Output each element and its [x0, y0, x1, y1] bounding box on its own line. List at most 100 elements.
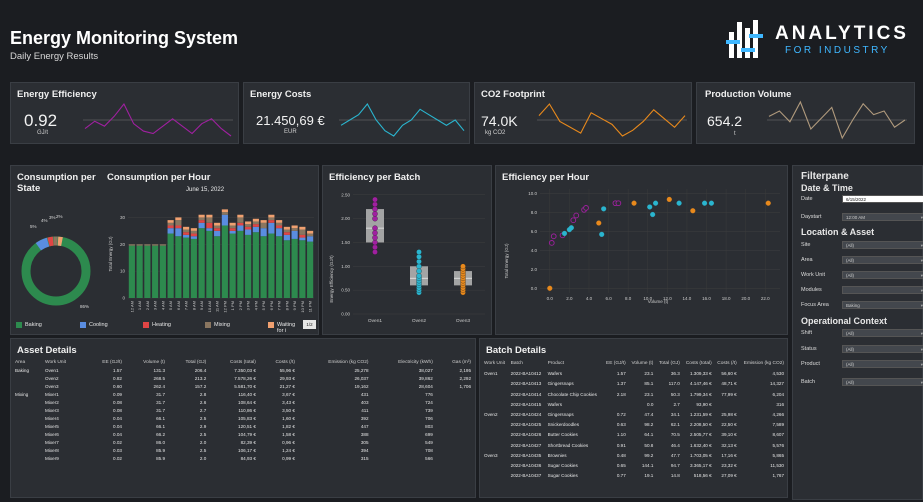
legend-swatch-waiting — [268, 322, 274, 328]
column-header[interactable]: Emission (kg CO2) — [297, 359, 371, 367]
batch-select[interactable]: (All) ▾ — [842, 378, 923, 386]
scatter-point — [583, 205, 589, 211]
y-tick-label: 20 — [120, 242, 126, 247]
table-row[interactable]: Mixer9 0.02 85.9 2.0 84,93 € 0,99 € 315 566 — [13, 455, 473, 463]
table-cell: 105,83 € — [238, 416, 256, 421]
kpi-energy-costs[interactable]: Energy Costs 21.450,69 € EUR — [243, 82, 470, 144]
x-tick-label: 5 PM — [261, 301, 266, 310]
table-row[interactable]: Mixer3 0.08 31.7 2.7 110,86 € 3,50 € 411 739 — [13, 407, 473, 415]
table-row[interactable]: 2022-BA10415 Wafers 0.0 2.7 93,90 € 316 — [482, 400, 786, 410]
focus-area-select[interactable]: Baking ▾ — [842, 301, 923, 309]
site-select[interactable]: (All) ▾ — [842, 241, 923, 249]
table-row[interactable]: Mixer8 0.03 85.9 2.5 106,17 € 1,24 € 394 708 — [13, 447, 473, 455]
table-cell — [435, 447, 473, 455]
legend-pager[interactable]: 1/2 — [303, 320, 316, 329]
table-cell — [13, 455, 43, 463]
modules-select[interactable]: ▾ — [842, 286, 923, 294]
column-header[interactable]: Costs (total) — [208, 359, 258, 367]
column-header[interactable]: Work Unit — [43, 359, 85, 367]
date-input[interactable]: 6/15/2022 — [842, 195, 923, 203]
table-row[interactable]: Oven3 0.60 262.4 157.2 5.581,70 € 21,27 € 19,1… — [13, 383, 473, 391]
table-cell — [482, 390, 509, 400]
column-header[interactable]: Total (GJ) — [655, 359, 681, 369]
table-row[interactable]: 2022-BA10413 Gingersnaps 1.37 85.1 117.0 4.14… — [482, 379, 786, 389]
table-row[interactable]: Mixer6 0.04 66.2 2.5 104,79 € 1,58 € 388 699 — [13, 431, 473, 439]
bar-segment — [252, 226, 259, 233]
kpi-production-volume[interactable]: Production Volume 654.2 t — [696, 82, 915, 144]
column-header[interactable]: Electricity (kWh) — [371, 359, 435, 367]
table-cell: 2,195 — [459, 368, 472, 373]
bar-segment — [268, 220, 275, 223]
kpi-title: CO2 Footprint — [481, 89, 545, 100]
table-row[interactable]: Mixer2 0.08 31.7 2.6 108,64 € 3,43 € 403 724 — [13, 399, 473, 407]
table-row[interactable]: Mixing Mixer1 0.09 31.7 2.8 116,40 € 3,67 € 431… — [13, 391, 473, 399]
daystart-select[interactable]: 12:00 AM ▾ — [842, 213, 923, 221]
column-header[interactable]: EE (GJ/t) — [85, 359, 124, 367]
y-tick-label: 2.00 — [341, 216, 350, 221]
bar-segment — [144, 244, 151, 246]
table-row[interactable]: Oven1 2022-BA10412 Wafers 1.57 23.1 36.3 1.309… — [482, 369, 786, 379]
column-header[interactable]: Product — [546, 359, 603, 369]
table-row[interactable]: 2022-BA10437 Sugar Cookies 0.77 19.1 14.8 518… — [482, 471, 786, 481]
column-header[interactable]: Total (GJ) — [167, 359, 208, 367]
table-cell — [482, 471, 509, 481]
area-select[interactable]: (All) ▾ — [842, 256, 923, 264]
company-logo: ANALYTICS FOR INDUSTRY — [725, 18, 915, 62]
bar-segment — [183, 226, 190, 230]
table-cell: 25,278 — [354, 368, 369, 373]
bar-segment — [283, 226, 290, 230]
column-header[interactable]: Area — [13, 359, 43, 367]
x-tick-label: 18.0 — [722, 296, 731, 301]
x-tick-label: 14.0 — [683, 296, 692, 301]
bar-segment — [252, 232, 259, 298]
shift-select[interactable]: (All) ▾ — [842, 329, 923, 337]
chart-date: June 15, 2022 — [186, 187, 225, 193]
scatter-point — [690, 208, 696, 214]
column-header[interactable]: Costs (/t) — [714, 359, 739, 369]
column-header[interactable]: EE (GJ/t) — [602, 359, 627, 369]
table-cell: 0.0 — [646, 401, 654, 407]
table-cell: 131.3 — [153, 368, 166, 373]
kpi-co2-footprint[interactable]: CO2 Footprint 74.0K kg CO2 — [474, 82, 692, 144]
product-select[interactable]: (All) ▾ — [842, 360, 923, 368]
table-row[interactable]: Mixer5 0.04 66.1 2.9 120,51 € 1,82 € 447 803 — [13, 423, 473, 431]
batch-point — [372, 244, 378, 250]
table-row[interactable]: Oven3 2022-BA10435 Brownies 0.48 99.2 47.7 1.7… — [482, 451, 786, 461]
table-cell: 699 — [425, 432, 433, 437]
column-header[interactable]: Costs (total) — [682, 359, 714, 369]
table-row[interactable]: 2022-BA10436 Sugar Cookies 0.65 144.1 94.7 3.… — [482, 461, 786, 471]
table-cell: 0.60 — [113, 384, 122, 389]
table-row[interactable]: Baking Oven1 1.57 131.3 206.4 7.350,03 € 55,96… — [13, 367, 473, 375]
column-header[interactable]: Gas (m³) — [435, 359, 473, 367]
bar-segment — [183, 229, 190, 233]
column-header[interactable]: Batch — [509, 359, 546, 369]
column-header[interactable]: Volume (t) — [124, 359, 167, 367]
bar-segment — [252, 224, 259, 227]
table-cell — [13, 415, 43, 423]
daystart-value: 12:00 AM — [846, 215, 866, 220]
table-row[interactable]: 2022-BA10425 Snickerdoodles 0.63 98.2 62.1 2.… — [482, 420, 786, 430]
kpi-energy-efficiency[interactable]: Energy Efficiency 0.92 GJ/t — [10, 82, 239, 144]
table-cell: 85.9 — [156, 456, 166, 461]
table-cell — [13, 423, 43, 431]
bar-segment — [206, 214, 213, 218]
column-header[interactable]: Costs (/t) — [258, 359, 297, 367]
column-header[interactable]: Work Unit — [482, 359, 509, 369]
table-row[interactable]: 2022-BA10427 Shortbread Cookies 0.91 50.8 46… — [482, 441, 786, 451]
column-header[interactable]: Emission (kg CO2) — [739, 359, 786, 369]
table-row[interactable]: Mixer7 0.02 86.0 2.0 82,39 € 0,96 € 305 549 — [13, 439, 473, 447]
bar-segment — [245, 224, 252, 227]
table-cell: 1.57 — [616, 371, 626, 377]
x-tick-label: Oven1 — [368, 318, 382, 324]
table-row[interactable]: Mixer4 0.04 66.1 2.5 105,83 € 1,60 € 392 706 — [13, 415, 473, 423]
work-unit-select[interactable]: (All) ▾ — [842, 271, 923, 279]
batch-point — [372, 225, 378, 231]
table-cell: 117.0 — [668, 381, 680, 387]
table-row[interactable]: Oven2 2022-BA10424 Gingersnaps 0.72 47.4 34.1… — [482, 410, 786, 420]
column-header[interactable]: Volume (t) — [628, 359, 656, 369]
table-row[interactable]: 2022-BA10414 Chocolate Chip Cookies 2.18 23… — [482, 390, 786, 400]
table-row[interactable]: 2022-BA10426 Butter Cookies 1.10 64.1 70.5 2.… — [482, 430, 786, 440]
table-row[interactable]: Oven2 0.82 268.5 213.2 7.578,26 € 29,93 € 26,0… — [13, 375, 473, 383]
status-select[interactable]: (All) ▾ — [842, 345, 923, 353]
table-cell: 21,27 € — [279, 384, 295, 389]
